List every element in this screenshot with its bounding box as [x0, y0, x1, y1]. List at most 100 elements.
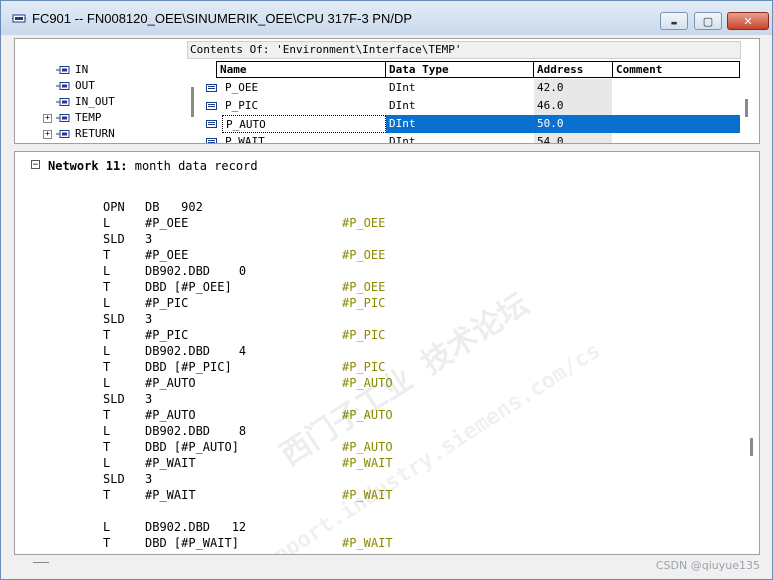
cell-address[interactable]: 42.0: [534, 79, 612, 97]
tree-item-label: IN_OUT: [75, 95, 115, 108]
column-header-comment[interactable]: Comment: [612, 61, 740, 78]
stl-operand: DBD [#P_AUTO]: [145, 440, 239, 454]
code-scroll-thumb[interactable]: [750, 438, 753, 456]
network-separator: :: [120, 159, 128, 173]
stl-instruction: SLD: [103, 312, 125, 326]
watermark-text: 西门子工业 技术论坛: [274, 286, 536, 474]
contents-of-bar: Contents Of: 'Environment\Interface\TEMP…: [187, 41, 741, 59]
cell-data-type[interactable]: DInt: [386, 133, 534, 143]
maximize-icon: ▢: [702, 15, 714, 28]
status-bar-divider: [33, 562, 49, 563]
column-header-name[interactable]: Name: [216, 61, 386, 78]
symbol-comment: #P_AUTO: [342, 376, 393, 390]
stl-operand: #P_OEE: [145, 248, 189, 262]
cell-name[interactable]: P_PIC: [222, 97, 386, 115]
table-row[interactable]: P_PIC DInt 46.0: [204, 97, 740, 115]
table-row[interactable]: P_AUTO DInt 50.0: [204, 115, 740, 133]
stl-operand: DBD [#P_WAIT]: [145, 536, 239, 550]
column-header-address[interactable]: Address: [533, 61, 613, 78]
cell-comment[interactable]: [612, 97, 740, 115]
cell-data-type[interactable]: DInt: [386, 115, 534, 133]
stl-operand: #P_PIC: [145, 296, 189, 310]
stl-instruction: SLD: [103, 392, 125, 406]
stl-instruction: T: [103, 536, 111, 550]
network-title[interactable]: Network 11: month data record: [48, 159, 258, 173]
tree-scrollbar[interactable]: [189, 61, 198, 143]
stl-operand: DB902.DBD 4: [145, 344, 247, 358]
stl-operand: #P_WAIT: [145, 488, 196, 502]
variable-icon: [206, 84, 217, 92]
cell-address[interactable]: 46.0: [534, 97, 612, 115]
tree-item-label: OUT: [75, 79, 95, 92]
stl-instruction: T: [103, 280, 111, 294]
symbol-comment: #P_PIC: [342, 296, 386, 310]
parameter-icon: [56, 130, 70, 138]
declaration-table: Name Data Type Address Comment P_OEE DInt…: [204, 61, 740, 143]
cell-data-type[interactable]: DInt: [386, 97, 534, 115]
symbol-comment: #P_AUTO: [342, 440, 393, 454]
interface-tree[interactable]: IN OUT IN_OUT + TEMP + RETURN: [17, 61, 191, 143]
stl-instruction: L: [103, 520, 111, 534]
stl-operand: DB902.DBD 12: [145, 520, 247, 534]
stl-instruction: OPN: [103, 200, 125, 214]
table-row[interactable]: P_WAIT DInt 54.0: [204, 133, 740, 143]
expand-icon[interactable]: +: [43, 130, 52, 139]
collapse-network-icon[interactable]: −: [31, 160, 40, 170]
stl-instruction: L: [103, 424, 111, 438]
cell-name[interactable]: P_WAIT: [222, 133, 386, 143]
parameter-icon: [56, 66, 70, 74]
stl-instruction: L: [103, 296, 111, 310]
stl-instruction: L: [103, 344, 111, 358]
symbol-comment: #P_WAIT: [342, 488, 393, 502]
stl-instruction: L: [103, 264, 111, 278]
cell-comment[interactable]: [612, 79, 740, 97]
network-comment: month data record: [134, 159, 258, 173]
variable-icon: [206, 120, 217, 128]
table-row[interactable]: P_OEE DInt 42.0: [204, 79, 740, 97]
cell-comment[interactable]: [612, 115, 740, 133]
stl-operand: 3: [145, 232, 153, 246]
cell-name[interactable]: P_OEE: [222, 79, 386, 97]
panel-splitter[interactable]: [14, 144, 760, 151]
stl-operand: DB902.DBD 0: [145, 264, 247, 278]
maximize-button[interactable]: ▢: [694, 12, 722, 30]
stl-operand: 3: [145, 392, 153, 406]
tree-scroll-thumb[interactable]: [191, 87, 194, 117]
stl-operand: #P_WAIT: [145, 456, 196, 470]
symbol-comment: #P_PIC: [342, 328, 386, 342]
symbol-comment: #P_AUTO: [342, 408, 393, 422]
tree-item-label: IN: [75, 63, 89, 76]
cell-comment[interactable]: [612, 133, 740, 143]
cell-name[interactable]: P_AUTO: [222, 115, 386, 133]
stl-instruction: L: [103, 376, 111, 390]
title-bar[interactable]: FC901 -- FN008120_OEE\SINUMERIK_OEE\CPU …: [1, 1, 772, 35]
minimize-button[interactable]: ▬: [660, 12, 688, 30]
table-scroll-thumb[interactable]: [745, 99, 748, 117]
stl-operand: 3: [145, 312, 153, 326]
stl-instruction: T: [103, 488, 111, 502]
stl-instruction: T: [103, 248, 111, 262]
parameter-icon: [56, 114, 70, 122]
stl-operand: DBD [#P_OEE]: [145, 280, 232, 294]
expand-icon[interactable]: +: [43, 114, 52, 123]
stl-instruction: T: [103, 408, 111, 422]
cell-address[interactable]: 50.0: [534, 115, 612, 133]
symbol-comment: #P_PIC: [342, 360, 386, 374]
symbol-comment: #P_OEE: [342, 280, 386, 294]
parameter-icon: [56, 82, 70, 90]
close-button[interactable]: ✕: [727, 12, 769, 30]
cell-address[interactable]: 54.0: [534, 133, 612, 143]
parameter-icon: [56, 98, 70, 106]
variable-icon: [206, 138, 217, 143]
cell-data-type[interactable]: DInt: [386, 79, 534, 97]
stl-instruction: SLD: [103, 232, 125, 246]
stl-instruction: SLD: [103, 472, 125, 486]
code-editor[interactable]: − Network 11: month data record OPN DB 90…: [14, 151, 760, 555]
symbol-comment: #P_WAIT: [342, 456, 393, 470]
csdn-credit: CSDN @qiuyue135: [655, 559, 760, 572]
symbol-comment: #P_OEE: [342, 216, 386, 230]
stl-instruction: L: [103, 456, 111, 470]
stl-instruction: L: [103, 216, 111, 230]
stl-operand: DB 902: [145, 200, 203, 214]
column-header-data-type[interactable]: Data Type: [385, 61, 534, 78]
